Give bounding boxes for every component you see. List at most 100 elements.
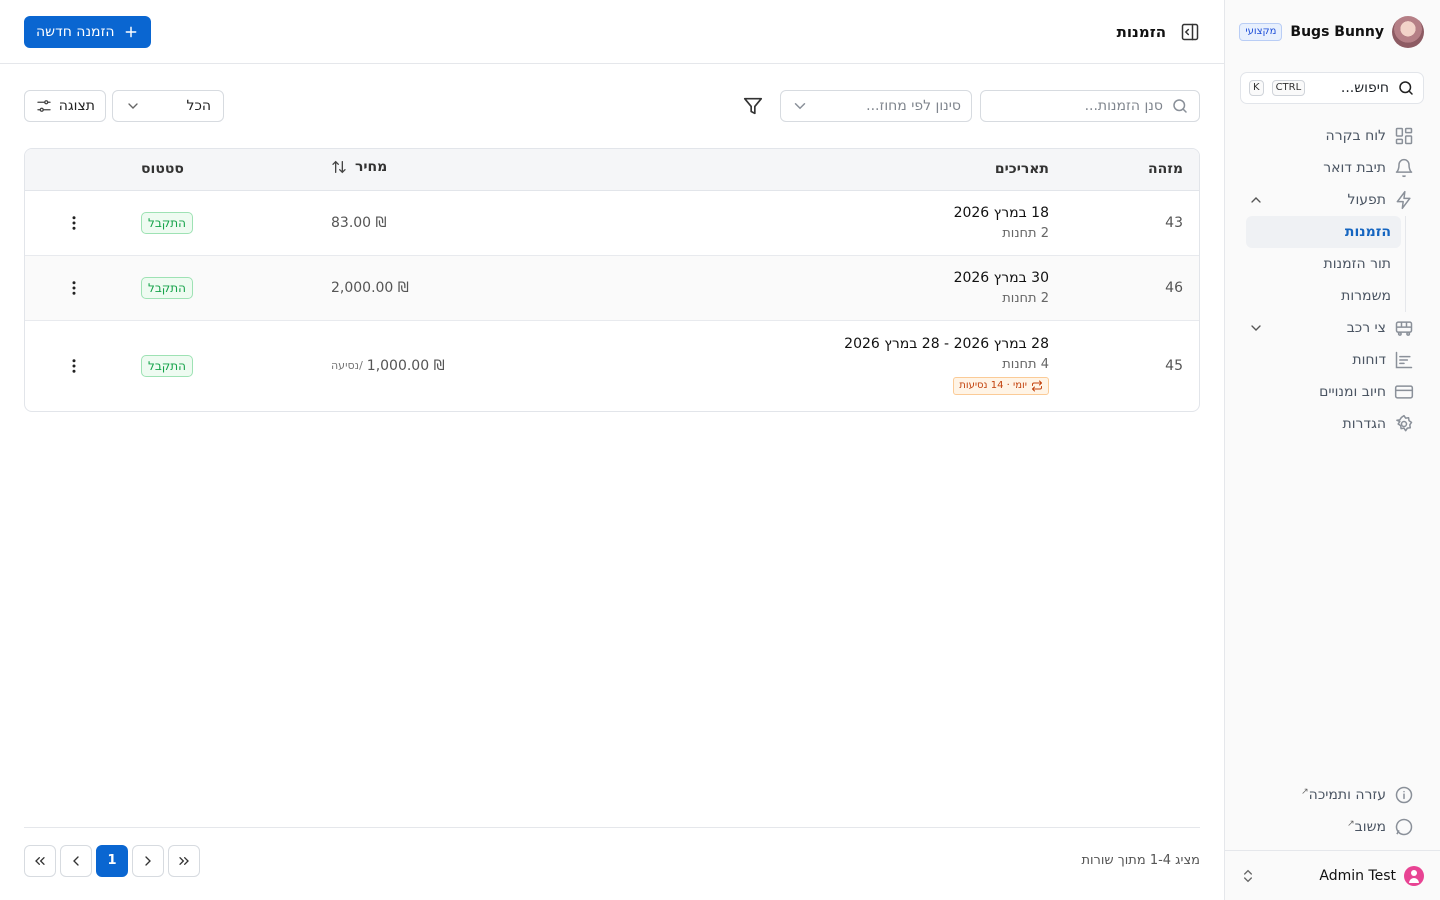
sidebar-item-billing[interactable]: חיוב ומנויים: [1240, 376, 1424, 408]
sliders-icon: [37, 100, 51, 112]
chevron-up-icon[interactable]: [1248, 192, 1264, 208]
row-actions-cell: [25, 255, 125, 321]
more-vertical-icon[interactable]: [65, 357, 83, 375]
contract-filter-placeholder: סינון לפי מחוז...: [866, 98, 961, 114]
org-avatar: [1392, 16, 1424, 48]
repeat-icon: [1032, 380, 1042, 392]
sidebar-item-label: דוחות: [1352, 352, 1386, 368]
feedback-label: משוב: [1354, 819, 1386, 835]
dashboard-icon: [1395, 127, 1413, 145]
sidebar-item-label: הגדרות: [1342, 416, 1386, 432]
sort-icon: [332, 160, 346, 174]
sidebar-subitem-orders[interactable]: הזמנות: [1246, 216, 1401, 248]
org-switcher[interactable]: Bugs Bunny מקצועי: [1239, 16, 1424, 48]
row-actions-cell: [25, 190, 125, 256]
order-date: 18 במרץ 2026: [953, 204, 1049, 221]
sidebar-item-label: עזרה ותמיכה↗: [1248, 787, 1386, 803]
external-link-icon: ↗: [1347, 819, 1355, 829]
new-order-label: הזמנה חדשה: [36, 23, 115, 40]
bus-icon: [1395, 321, 1413, 336]
table-row[interactable]: 43 18 במרץ 2026 2 תחנות ₪ 83.00 התקבל: [25, 190, 1199, 256]
order-status-cell: התקבל: [125, 320, 315, 411]
chevron-down-icon: [794, 103, 806, 110]
pagination: 1: [24, 844, 200, 877]
order-dates-cell: 28 במרץ 2026 - 28 במרץ 2026 4 תחנות יומי…: [605, 320, 1065, 411]
order-stations: 4 תחנות: [1002, 356, 1049, 372]
sidebar-subitem-shifts[interactable]: משמרות: [1246, 280, 1401, 312]
order-price-cell: ₪ 83.00: [315, 190, 605, 256]
order-price-cell: ₪ 2,000.00: [315, 255, 605, 321]
previous-page-button[interactable]: [60, 844, 92, 877]
operations-subnav: הזמנות תור הזמנות משמרות: [1246, 216, 1406, 312]
order-price-cell: ₪ 1,000.00 /נסיעה: [315, 320, 605, 411]
view-options-button[interactable]: תצוגה: [24, 90, 106, 122]
status-select[interactable]: הכל: [112, 90, 224, 122]
credit-card-icon: [1394, 385, 1414, 399]
sidebar-search[interactable]: חיפוש... CTRL K: [1240, 72, 1424, 104]
sidebar-item-fleet[interactable]: צי רכב: [1240, 312, 1424, 344]
page-title: הזמנות: [1116, 22, 1166, 41]
table-header-row: מזהה תאריכים מחיר סטטוס: [25, 149, 1199, 191]
status-badge: התקבל: [141, 354, 193, 377]
filters-toolbar: סנן הזמנות... סינון לפי מחוז... הכל תצוג…: [24, 90, 1200, 122]
help-label: עזרה ותמיכה: [1308, 787, 1386, 803]
user-menu[interactable]: Admin Test: [1224, 850, 1440, 900]
sidebar-subitem-order-queue[interactable]: תור הזמנות: [1246, 248, 1401, 280]
column-header-price[interactable]: מחיר: [315, 149, 605, 191]
sidebar-item-reports[interactable]: דוחות: [1240, 344, 1424, 376]
sidebar-item-operations[interactable]: תפעול: [1240, 184, 1424, 216]
more-vertical-icon[interactable]: [65, 279, 83, 297]
table-row[interactable]: 45 28 במרץ 2026 - 28 במרץ 2026 4 תחנות י…: [25, 320, 1199, 411]
pagination-bar: מציג 1-4 מתוך שורות 1: [24, 827, 1200, 893]
price-header-label: מחיר: [355, 159, 388, 176]
order-date: 30 במרץ 2026: [953, 269, 1049, 286]
shortcut-k: K: [1249, 80, 1264, 96]
orders-table: מזהה תאריכים מחיר סטטוס 43 18 במרץ 2026 …: [24, 148, 1200, 412]
chevrons-left-icon: [35, 856, 45, 865]
more-vertical-icon[interactable]: [65, 214, 83, 232]
sidebar-item-inbox[interactable]: תיבת דואר: [1240, 152, 1424, 184]
sidebar-nav: לוח בקרה תיבת דואר תפעול הזמנות תור הזמנ…: [1240, 120, 1424, 440]
next-page-button[interactable]: [132, 844, 164, 877]
orders-search-input[interactable]: סנן הזמנות...: [980, 90, 1200, 122]
recurrence-badge: יומי · 14 נסיעות: [953, 376, 1049, 395]
order-dates-cell: 30 במרץ 2026 2 תחנות: [605, 255, 1065, 321]
contract-filter-select[interactable]: סינון לפי מחוז...: [780, 90, 972, 122]
last-page-button[interactable]: [168, 844, 200, 877]
status-badge: התקבל: [141, 211, 193, 234]
order-price: ₪ 1,000.00: [366, 357, 445, 374]
plus-icon: [125, 26, 136, 37]
sidebar-item-label: משוב↗: [1248, 819, 1386, 835]
order-stations: 2 תחנות: [1002, 290, 1049, 306]
first-page-button[interactable]: [24, 844, 56, 877]
sidebar-item-feedback[interactable]: משוב↗: [1240, 811, 1424, 843]
column-header-dates: תאריכים: [605, 149, 1065, 191]
user-name: Admin Test: [1319, 867, 1396, 884]
row-actions-cell: [25, 320, 125, 411]
page-number-button[interactable]: 1: [96, 844, 128, 877]
order-status-cell: התקבל: [125, 190, 315, 256]
chevron-right-icon: [145, 855, 151, 866]
sidebar-item-help[interactable]: עזרה ותמיכה↗: [1240, 779, 1424, 811]
sidebar-item-dashboard[interactable]: לוח בקרה: [1240, 120, 1424, 152]
org-name: Bugs Bunny: [1290, 24, 1384, 40]
filter-icon[interactable]: [742, 95, 764, 117]
sidebar-item-label: תפעול: [1347, 192, 1386, 208]
table-row[interactable]: 46 30 במרץ 2026 2 תחנות ₪ 2,000.00 התקבל: [25, 255, 1199, 321]
sidebar: Bugs Bunny מקצועי חיפוש... CTRL K לוח בק…: [1224, 0, 1440, 900]
column-header-actions: [25, 149, 125, 191]
new-order-button[interactable]: הזמנה חדשה: [24, 15, 151, 48]
order-dates-cell: 18 במרץ 2026 2 תחנות: [605, 190, 1065, 256]
toggle-sidebar-icon[interactable]: [1180, 22, 1200, 42]
sidebar-item-settings[interactable]: הגדרות: [1240, 408, 1424, 440]
shortcut-ctrl: CTRL: [1271, 80, 1306, 96]
order-id: 46: [1065, 255, 1199, 321]
order-status-cell: התקבל: [125, 255, 315, 321]
title-group: הזמנות: [1117, 22, 1200, 42]
order-id: 43: [1065, 190, 1199, 256]
order-stations: 2 תחנות: [1002, 225, 1049, 241]
chevron-down-icon: [128, 103, 138, 109]
chevron-down-icon[interactable]: [1248, 320, 1264, 336]
sidebar-search-placeholder: חיפוש...: [1340, 80, 1389, 96]
order-id: 45: [1165, 357, 1183, 374]
